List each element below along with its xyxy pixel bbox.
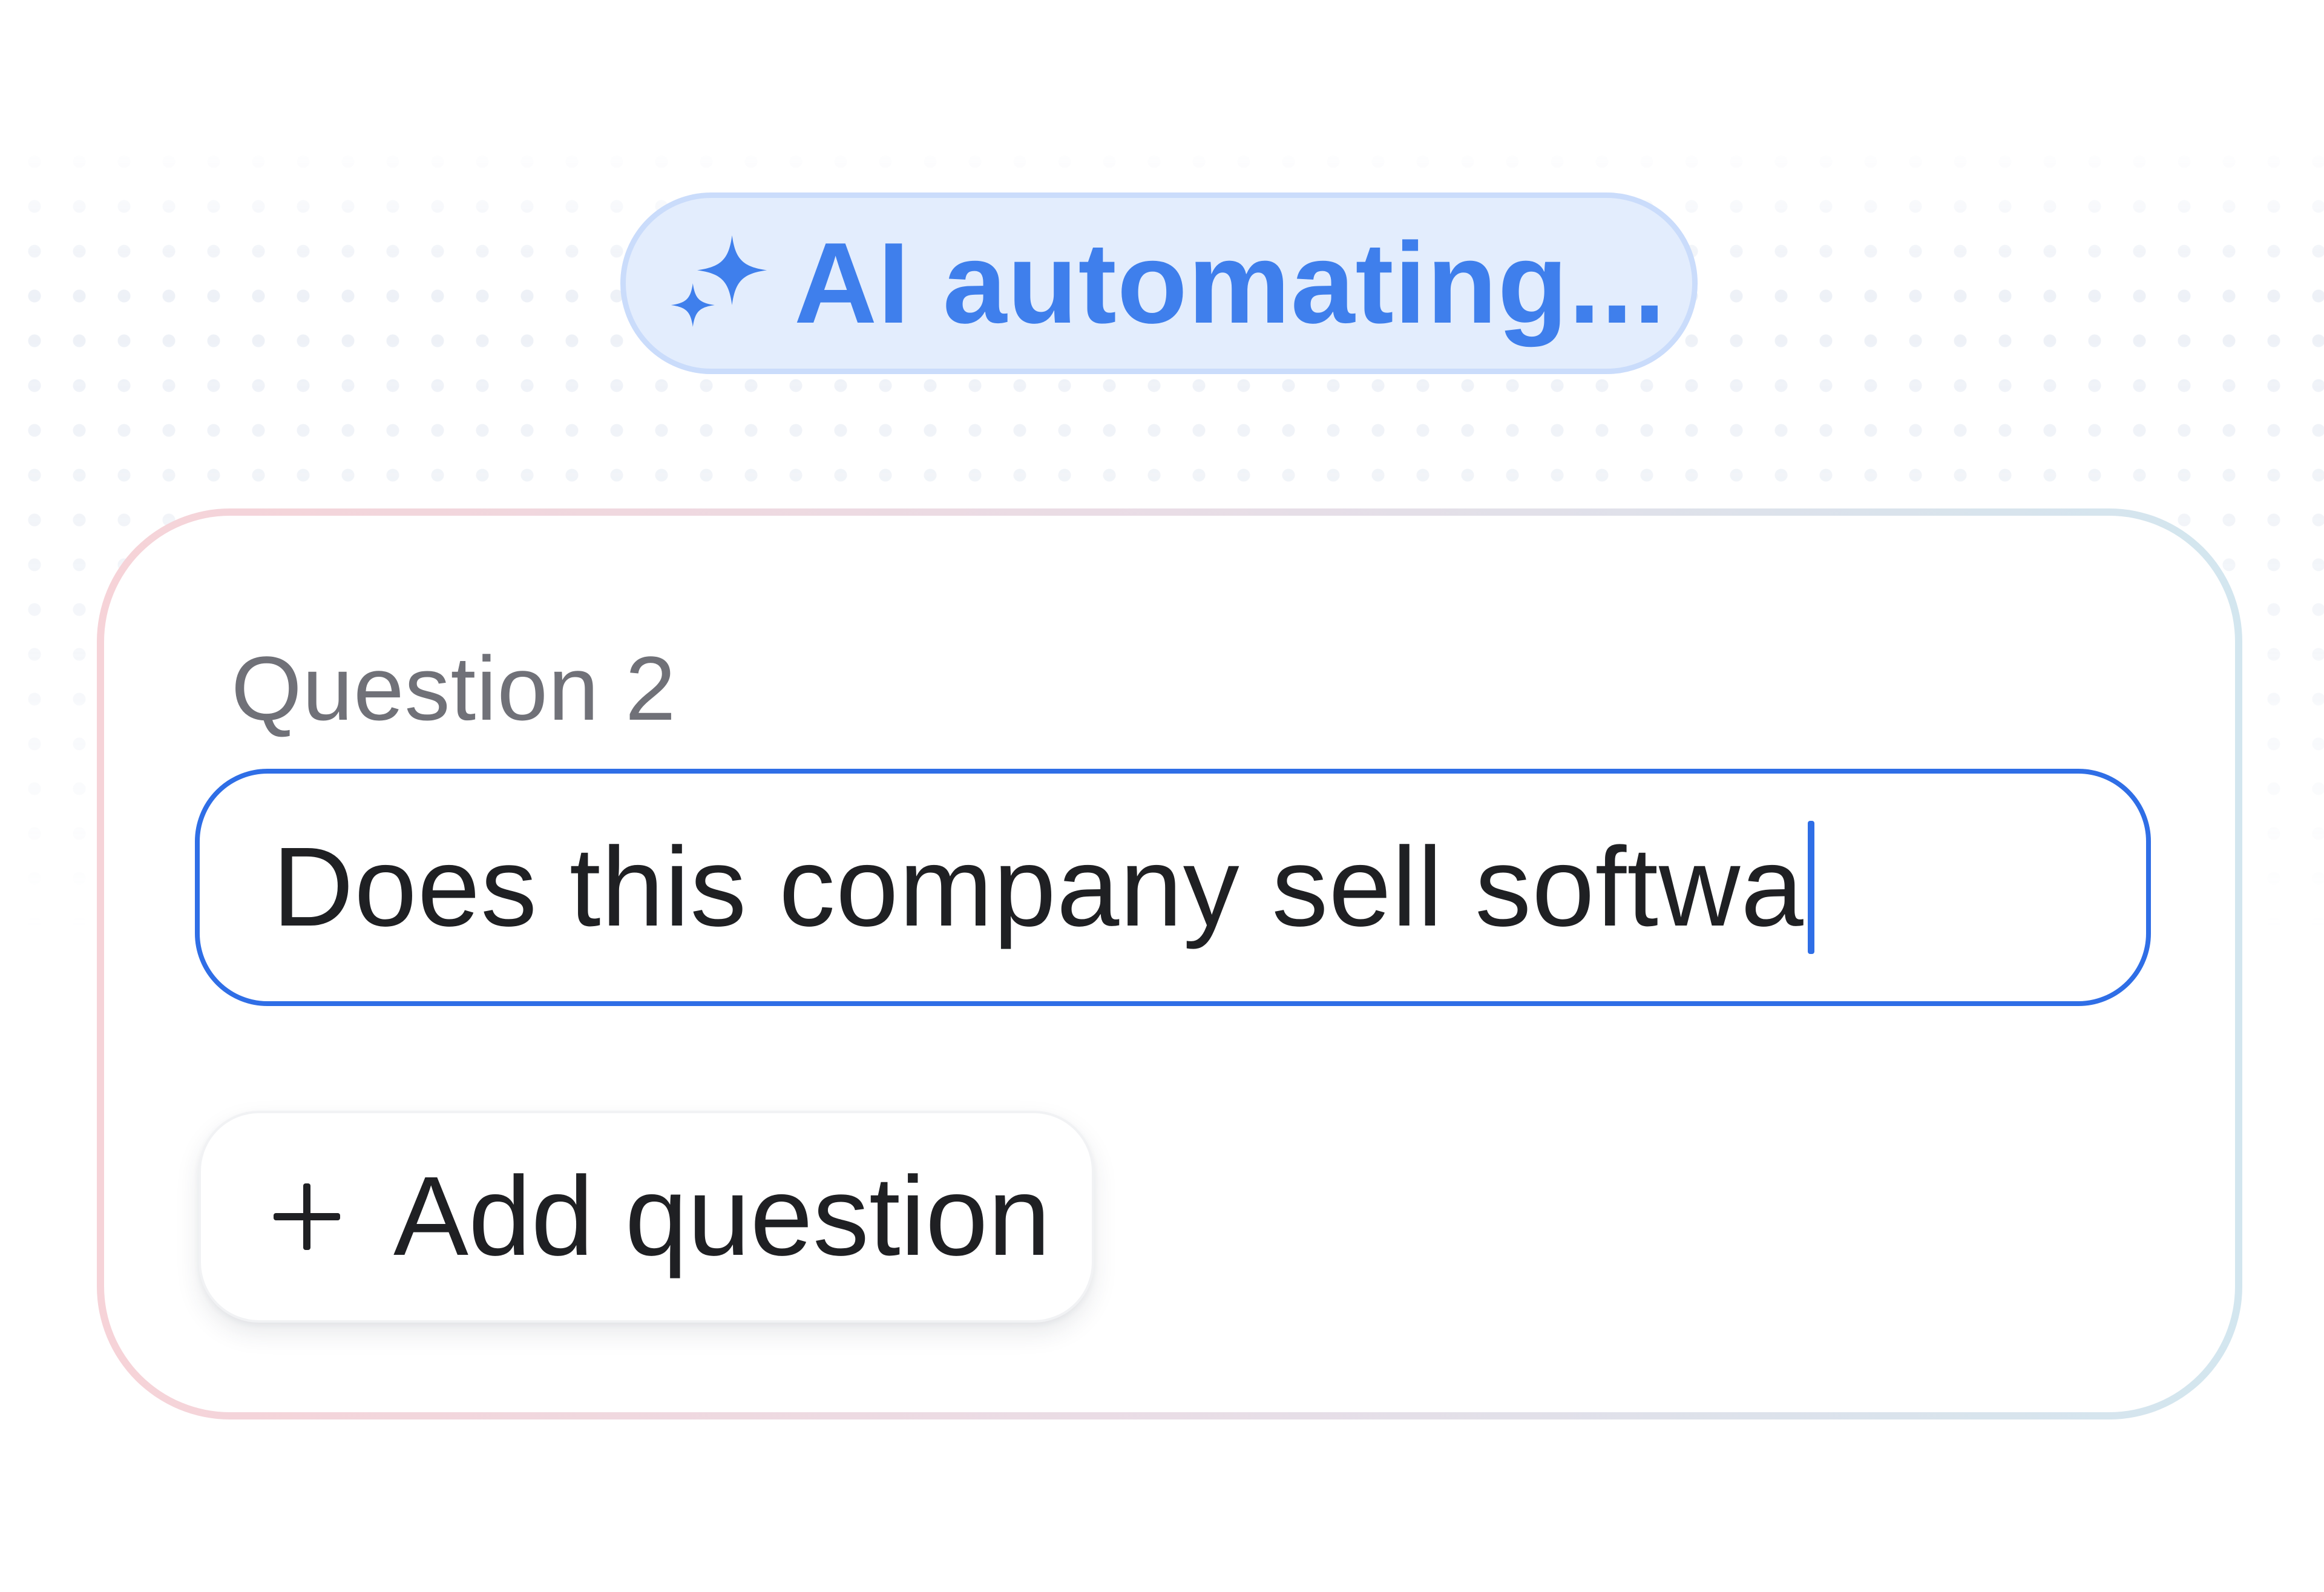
sparkle-icon [665,229,773,338]
question-input-value[interactable]: Does this company sell softwa [272,831,1804,944]
question-label: Question 2 [231,637,677,739]
question-input[interactable]: Does this company sell softwa [195,769,2151,1006]
ai-status-pill: AI automating... [620,192,1698,374]
plus-icon [274,1183,340,1250]
question-card: Question 2 Does this company sell softwa… [97,508,2242,1419]
text-caret [1807,821,1814,954]
add-question-label: Add question [393,1154,1051,1279]
add-question-button[interactable]: Add question [199,1111,1094,1323]
ai-status-label: AI automating... [794,219,1666,347]
